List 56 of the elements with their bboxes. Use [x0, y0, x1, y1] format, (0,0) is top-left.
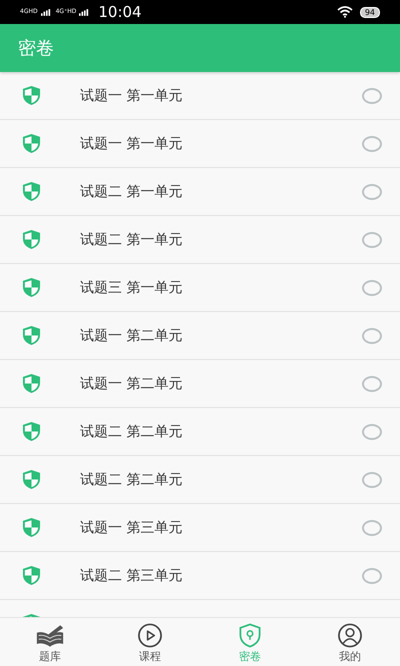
exam-title: 试题二 第一单元	[80, 230, 184, 248]
status-time: 10:04	[98, 3, 142, 21]
exam-title: 试题一 第一单元	[80, 134, 184, 152]
wifi-icon	[336, 6, 353, 18]
shield-icon	[22, 421, 41, 442]
radio-button[interactable]	[362, 88, 382, 104]
exam-list-item[interactable]: 试题一 第二单元	[0, 312, 400, 360]
shield-icon	[22, 181, 41, 202]
exam-list-item[interactable]: 试题三 第一单元	[0, 264, 400, 312]
shield-icon	[22, 565, 41, 586]
radio-button[interactable]	[362, 280, 382, 296]
shield-icon	[22, 517, 41, 538]
exam-title: 试题二 第三单元	[80, 566, 184, 584]
radio-button[interactable]	[362, 232, 382, 248]
radio-button[interactable]	[362, 424, 382, 440]
exam-list-item[interactable]: 试题二 第二单元	[0, 408, 400, 456]
shield-icon	[22, 469, 41, 490]
nav-tab[interactable]: 我的	[300, 618, 400, 666]
radio-button[interactable]	[362, 520, 382, 536]
shield-icon	[22, 277, 41, 298]
radio-button[interactable]	[362, 472, 382, 488]
shield-icon	[22, 229, 41, 250]
exam-list-item[interactable]: 试题一 第一单元	[0, 72, 400, 120]
exam-title: 试题三 第一单元	[80, 278, 184, 296]
nav-tab[interactable]: 题库	[0, 618, 100, 666]
shield-icon	[22, 373, 41, 394]
exam-title: 试题一 第二单元	[80, 326, 184, 344]
exam-title: 试题二 第二单元	[80, 422, 184, 440]
radio-button[interactable]	[362, 136, 382, 152]
play-icon	[135, 622, 165, 648]
page-title: 密卷	[18, 37, 54, 60]
exam-title: 试题二 第一单元	[80, 182, 184, 200]
user-icon	[335, 622, 365, 648]
exam-list-item[interactable]: 试题二 第一单元	[0, 168, 400, 216]
signal-icon	[40, 8, 51, 16]
radio-button[interactable]	[362, 568, 382, 584]
shield-icon	[22, 85, 41, 106]
radio-button[interactable]	[362, 328, 382, 344]
radio-button[interactable]	[362, 376, 382, 392]
exam-list-item[interactable]: 试题一 第一单元	[0, 120, 400, 168]
shield-icon	[22, 133, 41, 154]
nav-tab[interactable]: 课程	[100, 618, 200, 666]
exam-title: 试题二 第二单元	[80, 470, 184, 488]
shield-icon	[22, 325, 41, 346]
signal-icon	[79, 8, 90, 16]
radio-button[interactable]	[362, 184, 382, 200]
exam-list-item[interactable]: 试题一 第二单元	[0, 360, 400, 408]
exam-list-item[interactable]: 试题二 第三单元	[0, 552, 400, 600]
exam-list-item[interactable]: 试题二 第二单元	[0, 456, 400, 504]
battery-indicator: 94	[360, 6, 380, 18]
book-pencil-icon	[35, 622, 65, 648]
exam-title: 试题一 第二单元	[80, 374, 184, 392]
exam-list-item[interactable]: 试题一 第三单元	[0, 504, 400, 552]
exam-list-item[interactable]: 试题二 第一单元	[0, 216, 400, 264]
exam-title: 试题一 第一单元	[80, 86, 184, 104]
exam-title: 试题一 第三单元	[80, 518, 184, 536]
